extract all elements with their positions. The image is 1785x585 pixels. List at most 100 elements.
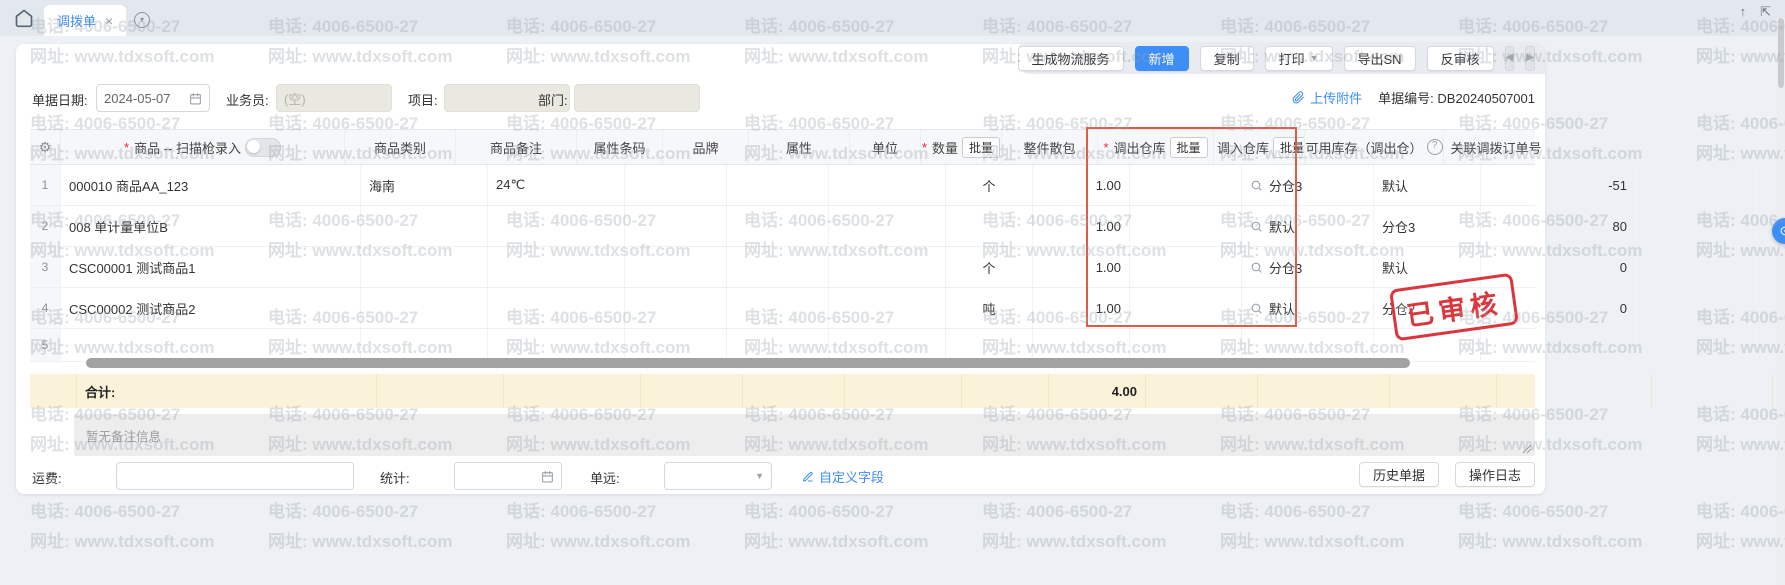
grid-settings-icon[interactable]: ⚙ xyxy=(39,139,52,156)
cell-remark[interactable] xyxy=(488,247,625,287)
prev-record-button[interactable]: ◀ xyxy=(1505,46,1515,71)
cell-attr_code[interactable] xyxy=(625,206,727,246)
cell-related[interactable] xyxy=(1636,165,1757,205)
copy-button[interactable]: 复制 xyxy=(1200,46,1254,71)
misc-select[interactable]: ▼ xyxy=(664,462,772,490)
search-icon[interactable] xyxy=(1250,261,1263,274)
cell-product[interactable]: 000010 商品AA_123 xyxy=(61,165,361,205)
scan-toggle[interactable] xyxy=(245,138,281,157)
scroll-top-icon[interactable]: ↑ xyxy=(1740,4,1747,20)
cell-attr[interactable] xyxy=(829,329,946,361)
search-icon[interactable] xyxy=(1250,302,1263,315)
cell-remark[interactable] xyxy=(488,329,625,361)
cell-attr[interactable] xyxy=(829,288,946,328)
remark-panel[interactable]: 暂无备注信息 xyxy=(74,414,1535,456)
cell-product[interactable]: 008 单计量单位B xyxy=(61,206,361,246)
cell-wh_out[interactable]: 默认 xyxy=(1242,288,1374,328)
batch-button[interactable]: 批量 xyxy=(1170,137,1208,158)
print-button[interactable]: 打印▼ xyxy=(1265,46,1333,71)
cell-qty[interactable]: 1.00 xyxy=(1033,165,1130,205)
cell-unit[interactable]: 吨 xyxy=(946,288,1033,328)
history-button[interactable]: 历史单据 xyxy=(1359,462,1439,487)
cell-remark[interactable]: 24℃ xyxy=(488,165,625,205)
add-button[interactable]: 新增 xyxy=(1135,46,1189,71)
cell-product[interactable] xyxy=(61,329,361,361)
cell-wh_in[interactable]: 默认 xyxy=(1374,165,1481,205)
cell-unit[interactable] xyxy=(946,329,1033,361)
home-icon[interactable] xyxy=(14,8,36,30)
cell-attr[interactable] xyxy=(829,247,946,287)
horizontal-scrollbar[interactable] xyxy=(30,358,1535,369)
cell-pack[interactable] xyxy=(1130,288,1242,328)
tab-transfer-order[interactable]: 调拨单 × xyxy=(44,5,126,36)
cell-pack[interactable] xyxy=(1130,206,1242,246)
cell-wh_out[interactable]: 分仓3 xyxy=(1242,165,1374,205)
unapprove-button[interactable]: 反审核 xyxy=(1427,46,1494,71)
cell-qty[interactable]: 1.00 xyxy=(1033,206,1130,246)
cell-stock[interactable] xyxy=(1481,329,1636,361)
search-icon[interactable] xyxy=(1250,220,1263,233)
cell-related[interactable] xyxy=(1636,288,1757,328)
cell-category[interactable] xyxy=(361,247,488,287)
batch-button[interactable]: 批量 xyxy=(962,137,1000,158)
cell-product[interactable]: CSC00001 测试商品1 xyxy=(61,247,361,287)
cell-brand[interactable] xyxy=(727,329,829,361)
cell-remark[interactable] xyxy=(488,206,625,246)
cell-attr_code[interactable] xyxy=(625,288,727,328)
export-sn-button[interactable]: 导出SN xyxy=(1344,46,1416,71)
upload-attachment-link[interactable]: 上传附件 xyxy=(1292,88,1362,107)
date-input[interactable]: 2024-05-07 xyxy=(96,84,210,112)
next-record-button[interactable]: ▶ xyxy=(1525,46,1535,71)
tab-list-dropdown-icon[interactable]: ▾ xyxy=(134,12,150,28)
scrollbar-thumb[interactable] xyxy=(86,358,1410,368)
cell-category[interactable] xyxy=(361,206,488,246)
cell-pack[interactable] xyxy=(1130,329,1242,361)
cell-attr_code[interactable] xyxy=(625,247,727,287)
cell-brand[interactable] xyxy=(727,165,829,205)
window-expand-icon[interactable]: ⇱ xyxy=(1760,4,1771,20)
cell-unit[interactable]: 个 xyxy=(946,165,1033,205)
resize-handle-icon[interactable] xyxy=(1522,444,1532,454)
batch-button[interactable]: 批量 xyxy=(1273,137,1305,158)
cell-remark[interactable] xyxy=(488,288,625,328)
search-icon[interactable] xyxy=(1250,179,1263,192)
help-icon[interactable]: ? xyxy=(1427,139,1443,155)
cell-brand[interactable] xyxy=(727,206,829,246)
float-assist-button[interactable]: ⊙ xyxy=(1772,218,1785,244)
cell-brand[interactable] xyxy=(727,247,829,287)
cell-qty[interactable]: 1.00 xyxy=(1033,288,1130,328)
cell-qty[interactable] xyxy=(1033,329,1130,361)
cell-stock[interactable]: 80 xyxy=(1481,206,1636,246)
cell-pack[interactable] xyxy=(1130,165,1242,205)
cell-brand[interactable] xyxy=(727,288,829,328)
calendar-icon[interactable] xyxy=(189,92,202,105)
freight-input[interactable] xyxy=(116,462,354,490)
cell-related[interactable] xyxy=(1636,206,1757,246)
cell-attr_code[interactable] xyxy=(625,329,727,361)
cell-wh_out[interactable]: 默认 xyxy=(1242,206,1374,246)
cell-related[interactable] xyxy=(1636,247,1757,287)
cell-stock[interactable]: -51 xyxy=(1481,165,1636,205)
cell-product[interactable]: CSC00002 测试商品2 xyxy=(61,288,361,328)
cell-attr[interactable] xyxy=(829,165,946,205)
cell-wh_in[interactable]: 分仓3 xyxy=(1374,206,1481,246)
tab-close-icon[interactable]: × xyxy=(105,13,113,29)
calendar-icon[interactable] xyxy=(541,470,554,483)
cell-unit[interactable]: 个 xyxy=(946,247,1033,287)
cell-attr[interactable] xyxy=(829,206,946,246)
cell-wh_out[interactable] xyxy=(1242,329,1374,361)
cell-category[interactable] xyxy=(361,329,488,361)
cell-pack[interactable] xyxy=(1130,247,1242,287)
cell-category[interactable] xyxy=(361,288,488,328)
cell-qty[interactable]: 1.00 xyxy=(1033,247,1130,287)
cell-related[interactable] xyxy=(1636,329,1757,361)
stats-date-input[interactable] xyxy=(454,462,562,490)
generate-logistics-button[interactable]: 生成物流服务 xyxy=(1018,46,1124,71)
cell-wh_out[interactable]: 分仓3 xyxy=(1242,247,1374,287)
operation-log-button[interactable]: 操作日志 xyxy=(1455,462,1535,487)
cell-unit[interactable] xyxy=(946,206,1033,246)
cell-attr_code[interactable] xyxy=(625,165,727,205)
cell-category[interactable]: 海南 xyxy=(361,165,488,205)
vertical-scrollbar[interactable] xyxy=(1777,18,1785,585)
custom-fields-link[interactable]: 自定义字段 xyxy=(802,467,884,486)
